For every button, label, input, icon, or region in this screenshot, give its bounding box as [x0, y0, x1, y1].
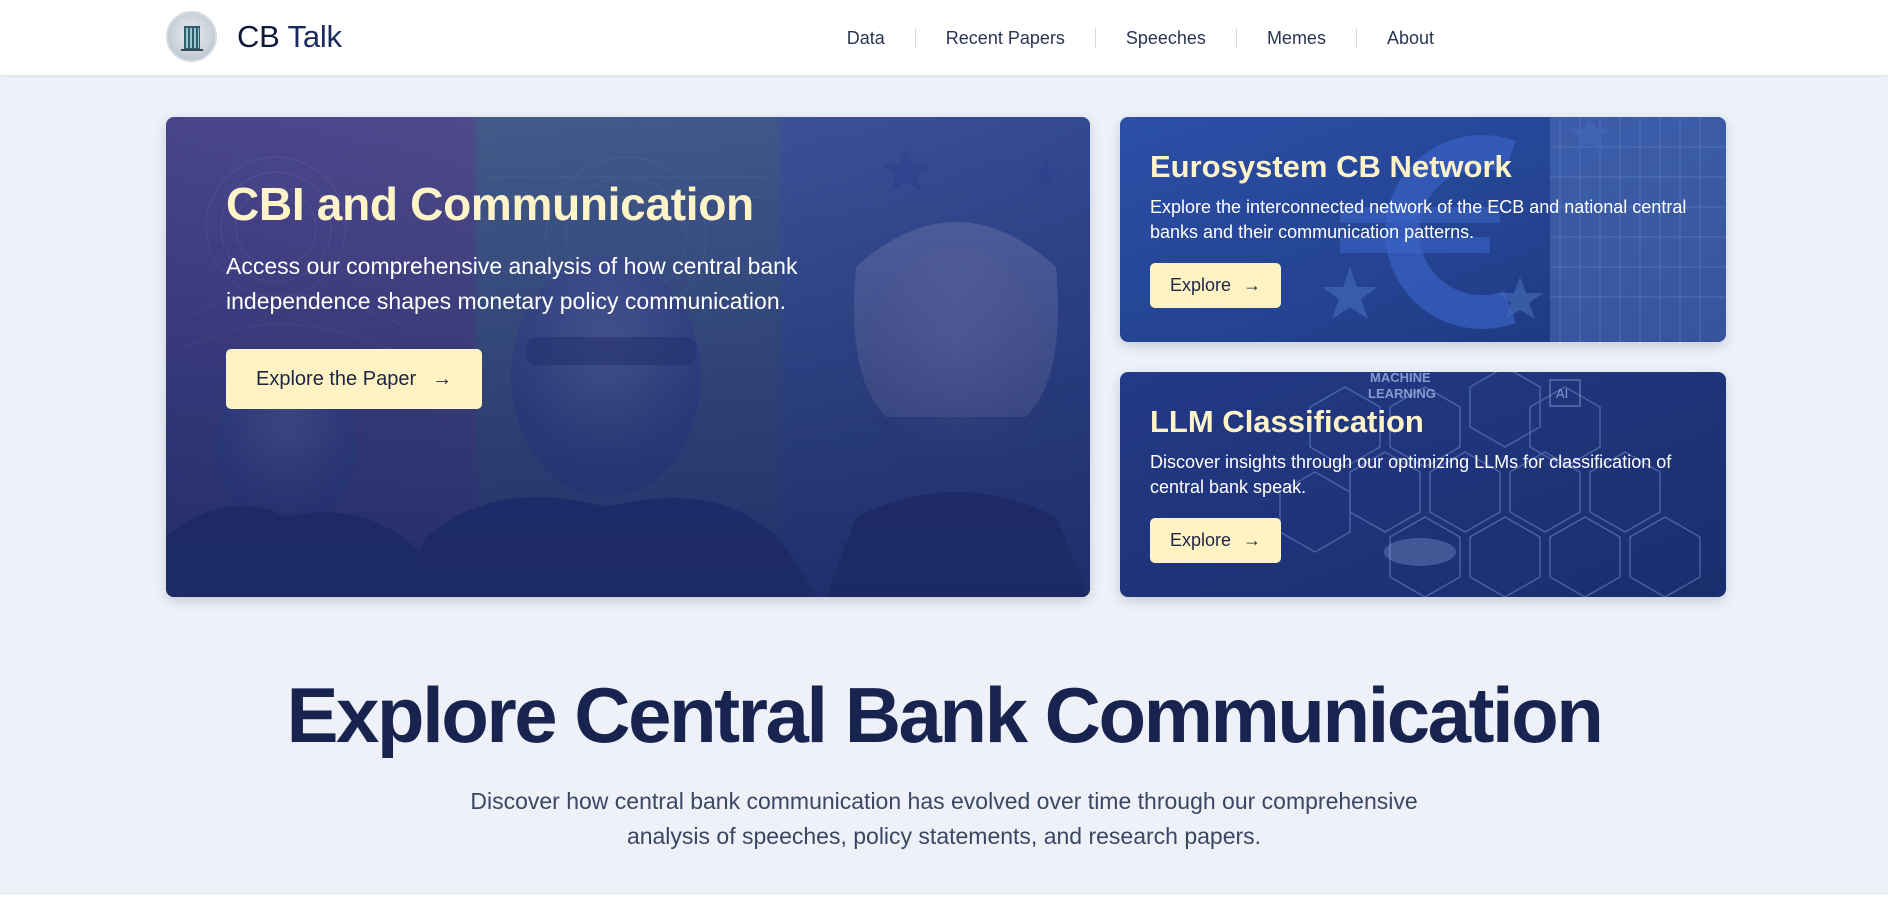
eurosystem-explore-label: Explore: [1170, 275, 1232, 295]
building-icon: [166, 11, 217, 62]
brand-name: CB Talk: [237, 19, 342, 55]
nav-about[interactable]: About: [1357, 28, 1434, 49]
nav-speeches[interactable]: Speeches: [1096, 28, 1236, 49]
llm-explore-button[interactable]: Explore →: [1150, 518, 1282, 563]
hero-content: CBI and Communication Access our compreh…: [226, 177, 926, 409]
explore-paper-button[interactable]: Explore the Paper →: [226, 349, 483, 409]
eurosystem-explore-button[interactable]: Explore →: [1150, 263, 1282, 308]
main-nav: Data Recent Papers Speeches Memes About: [817, 0, 1434, 76]
section-description-line2: analysis of speeches, policy statements,…: [626, 823, 1262, 849]
hero-card: CBI and Communication Access our compreh…: [166, 117, 1090, 597]
llm-explore-label: Explore: [1170, 530, 1232, 550]
nav-data[interactable]: Data: [817, 28, 915, 49]
machine-bg-text: MACHINE: [1370, 372, 1431, 385]
next-section-edge: [0, 893, 1888, 917]
explore-paper-button-label: Explore the Paper: [256, 367, 417, 390]
eurosystem-card: Eurosystem CB Network Explore the interc…: [1120, 117, 1726, 342]
llm-title: LLM Classification: [1150, 404, 1424, 439]
section-description-line1: Discover how central bank communication …: [470, 788, 1418, 814]
arrow-right-icon: →: [1243, 275, 1262, 295]
section-title: Explore Central Bank Communication: [286, 671, 1604, 759]
eurosystem-card-content: Eurosystem CB Network Explore the interc…: [1150, 149, 1710, 308]
hero-description: Access our comprehensive analysis of how…: [226, 253, 798, 314]
ai-bg-text: AI: [1556, 386, 1568, 401]
hero-title: CBI and Communication: [226, 178, 754, 230]
nav-memes[interactable]: Memes: [1237, 28, 1356, 49]
brand-name-cb: CB: [237, 18, 280, 54]
brand-logo[interactable]: CB Talk: [166, 11, 342, 62]
llm-description: Discover insights through our optimizing…: [1150, 452, 1672, 497]
nav-recent-papers[interactable]: Recent Papers: [916, 28, 1095, 49]
llm-card-content: LLM Classification Discover insights thr…: [1150, 404, 1710, 563]
llm-card: MACHINE LEARNING AI LLM Classification D…: [1120, 372, 1726, 597]
arrow-right-icon: →: [432, 367, 453, 390]
section-description: Discover how central bank communication …: [0, 784, 1888, 854]
eurosystem-title: Eurosystem CB Network: [1150, 149, 1512, 184]
eurosystem-description: Explore the interconnected network of th…: [1150, 197, 1687, 242]
arrow-right-icon: →: [1243, 530, 1262, 550]
top-navbar: CB Talk Data Recent Papers Speeches Meme…: [0, 0, 1888, 76]
learning-bg-text: LEARNING: [1368, 386, 1436, 401]
brand-name-talk: Talk: [287, 18, 343, 54]
